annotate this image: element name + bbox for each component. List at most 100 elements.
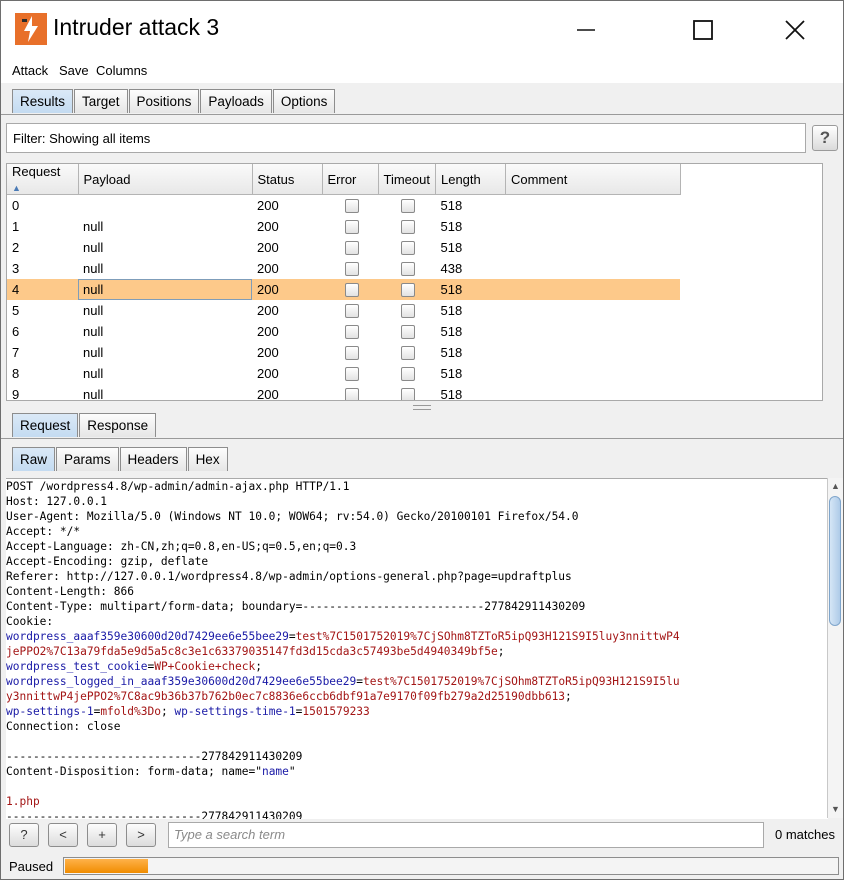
tab-target[interactable]: Target bbox=[74, 89, 128, 113]
table-row[interactable]: 0 200 518 bbox=[7, 195, 680, 216]
menu-save[interactable]: Save bbox=[59, 63, 89, 78]
request-text: Host: 127.0.0.1 bbox=[6, 495, 108, 508]
table-row[interactable]: 8 null 200 518 bbox=[7, 363, 680, 384]
tab-results[interactable]: Results bbox=[12, 89, 74, 113]
title-bar: Intruder attack 3 bbox=[1, 1, 843, 59]
cell-payload: null bbox=[83, 365, 104, 381]
cell-status: 200 bbox=[257, 323, 279, 339]
menu-attack[interactable]: Attack bbox=[12, 63, 48, 78]
cell-length: 518 bbox=[440, 386, 463, 401]
timeout-checkbox[interactable] bbox=[401, 324, 415, 339]
request-line: -----------------------------27784291143… bbox=[6, 749, 302, 764]
tab-params[interactable]: Params bbox=[56, 447, 119, 471]
tab-hex[interactable]: Hex bbox=[187, 447, 228, 471]
cell-length: 518 bbox=[440, 323, 463, 339]
checkbox-cell bbox=[322, 278, 378, 300]
table-row[interactable]: 4 null 200 518 bbox=[7, 278, 681, 300]
error-checkbox[interactable] bbox=[345, 219, 359, 234]
table-row[interactable]: 9 null 200 518 bbox=[7, 384, 680, 401]
request-text: POST /wordpress4.8/wp-admin/admin-ajax.p… bbox=[6, 480, 350, 493]
column-header-length[interactable]: Length bbox=[435, 164, 506, 195]
request-text: ; bbox=[497, 645, 505, 658]
scroll-down-icon[interactable]: ▼ bbox=[831, 804, 840, 814]
editor-scrollbar[interactable]: ▲ ▼ bbox=[827, 478, 843, 818]
previous-match-button[interactable]: < bbox=[48, 823, 78, 847]
status-label: Paused bbox=[9, 859, 54, 874]
table-row[interactable]: 7 null 200 518 bbox=[7, 342, 680, 363]
window-title: Intruder attack 3 bbox=[53, 14, 220, 40]
column-header-comment[interactable]: Comment bbox=[505, 164, 681, 195]
table-row[interactable]: 2 null 200 518 bbox=[7, 237, 680, 258]
error-checkbox[interactable] bbox=[345, 303, 359, 318]
cell-comment bbox=[505, 258, 680, 279]
timeout-checkbox[interactable] bbox=[401, 199, 415, 214]
timeout-checkbox[interactable] bbox=[401, 387, 415, 400]
add-button[interactable]: + bbox=[87, 823, 117, 847]
param-name: wordpress_aaaf359e30600d20d7429ee6e55bee… bbox=[6, 630, 289, 643]
divider bbox=[1, 438, 843, 439]
timeout-checkbox[interactable] bbox=[401, 219, 415, 234]
column-header-timeout[interactable]: Timeout bbox=[378, 164, 436, 195]
timeout-checkbox[interactable] bbox=[401, 345, 415, 360]
cell-length: 518 bbox=[440, 365, 463, 381]
cell-request: 6 bbox=[12, 323, 20, 339]
tab-request[interactable]: Request bbox=[12, 413, 79, 437]
search-input[interactable]: Type a search term bbox=[168, 822, 764, 848]
minimize-button[interactable] bbox=[563, 7, 609, 53]
column-header-payload[interactable]: Payload bbox=[78, 164, 253, 195]
request-text: Accept-Encoding: gzip, deflate bbox=[6, 555, 209, 568]
cell-comment bbox=[505, 216, 680, 237]
tab-positions[interactable]: Positions bbox=[128, 89, 200, 113]
tab-headers[interactable]: Headers bbox=[119, 447, 187, 471]
request-text: ; bbox=[565, 690, 572, 703]
error-checkbox[interactable] bbox=[345, 282, 359, 297]
raw-request-editor[interactable]: POST /wordpress4.8/wp-admin/admin-ajax.p… bbox=[6, 478, 828, 819]
param-value: WP+Cookie+check bbox=[154, 660, 256, 673]
table-header: Request ▲ Payload Status Error Timeout L… bbox=[7, 164, 681, 195]
tab-raw[interactable]: Raw bbox=[12, 447, 56, 471]
table-row[interactable]: 1 null 200 518 bbox=[7, 216, 680, 237]
tab-response[interactable]: Response bbox=[79, 413, 157, 437]
filter-bar[interactable]: Filter: Showing all items bbox=[6, 123, 806, 153]
error-checkbox[interactable] bbox=[345, 199, 359, 214]
column-header-error[interactable]: Error bbox=[322, 164, 379, 195]
scroll-up-icon[interactable]: ▲ bbox=[831, 481, 840, 491]
error-checkbox[interactable] bbox=[345, 366, 359, 381]
param-name: wordpress_test_cookie bbox=[6, 660, 148, 673]
error-checkbox[interactable] bbox=[345, 324, 359, 339]
timeout-checkbox[interactable] bbox=[401, 240, 415, 255]
column-header-status[interactable]: Status bbox=[252, 164, 323, 195]
table-row[interactable]: 6 null 200 518 bbox=[7, 321, 680, 342]
param-name: wordpress_logged_in_aaaf359e30600d20d742… bbox=[6, 675, 357, 688]
param-value: test%7C1501752019%7CjSOhm8TZToR5ipQ93H12… bbox=[295, 630, 680, 643]
timeout-checkbox[interactable] bbox=[401, 366, 415, 381]
error-checkbox[interactable] bbox=[345, 240, 359, 255]
error-checkbox[interactable] bbox=[345, 261, 359, 276]
table-row[interactable]: 5 null 200 518 bbox=[7, 300, 680, 321]
request-text: Accept-Language: zh-CN,zh;q=0.8,en-US;q=… bbox=[6, 540, 357, 553]
cell-payload: null bbox=[83, 302, 104, 318]
request-text: = bbox=[288, 630, 296, 643]
request-text: Content-Type: multipart/form-data; bound… bbox=[6, 600, 586, 613]
menu-columns[interactable]: Columns bbox=[96, 63, 147, 78]
timeout-checkbox[interactable] bbox=[401, 261, 415, 276]
error-checkbox[interactable] bbox=[345, 345, 359, 360]
close-button[interactable] bbox=[772, 7, 818, 53]
table-row[interactable]: 3 null 200 438 bbox=[7, 258, 680, 279]
param-value: mfold%3Do bbox=[100, 705, 161, 718]
search-help-button[interactable]: ? bbox=[9, 823, 39, 847]
checkbox-cell bbox=[322, 363, 378, 384]
cell-request: 9 bbox=[12, 386, 20, 401]
pane-splitter[interactable] bbox=[413, 405, 431, 410]
scroll-thumb[interactable] bbox=[829, 496, 841, 626]
error-checkbox[interactable] bbox=[345, 387, 359, 400]
next-match-button[interactable]: > bbox=[126, 823, 156, 847]
cell-status: 200 bbox=[257, 386, 279, 401]
timeout-checkbox[interactable] bbox=[401, 282, 415, 297]
maximize-button[interactable] bbox=[680, 7, 726, 53]
tab-payloads[interactable]: Payloads bbox=[200, 89, 272, 113]
timeout-checkbox[interactable] bbox=[401, 303, 415, 318]
tab-options[interactable]: Options bbox=[272, 89, 336, 113]
column-header-request[interactable]: Request ▲ bbox=[7, 164, 79, 195]
filter-help-button[interactable]: ? bbox=[812, 125, 838, 151]
